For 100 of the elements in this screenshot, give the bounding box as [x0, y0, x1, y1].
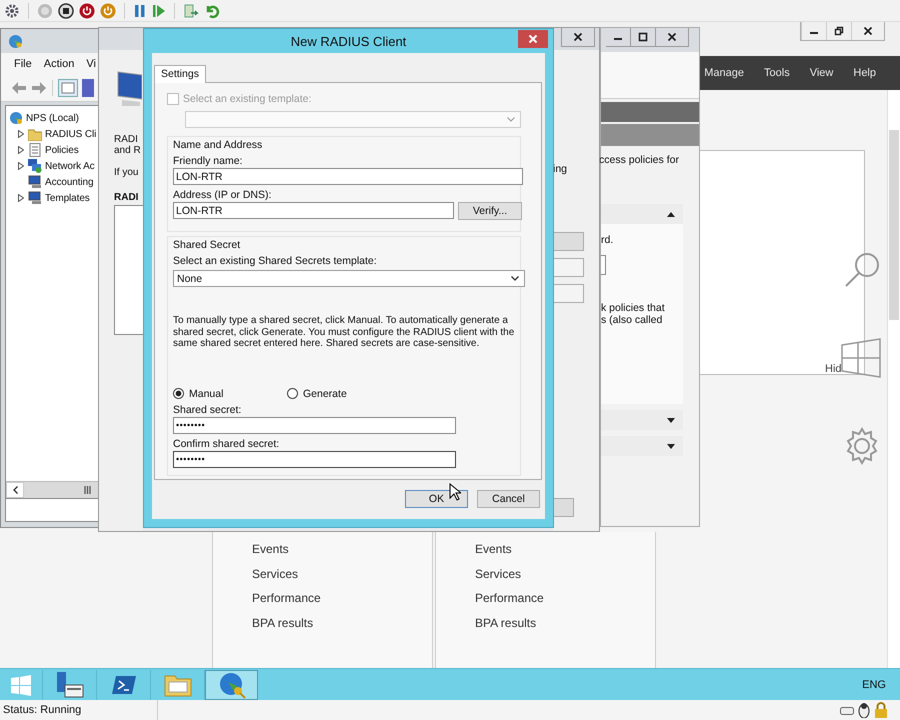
password-field[interactable]: •••••••• [173, 450, 456, 468]
globe-icon [9, 111, 23, 125]
console-tree-icon[interactable] [58, 79, 78, 97]
menu-item[interactable]: Vi [86, 58, 96, 70]
folder-icon [28, 128, 42, 140]
menu-item[interactable]: View [810, 67, 834, 79]
play-icon[interactable] [152, 2, 166, 18]
tile-link[interactable]: Events [252, 542, 432, 557]
tile-link[interactable]: Performance [252, 591, 432, 606]
radio-button[interactable] [173, 388, 184, 399]
intro-text: ccess policies for [599, 153, 680, 168]
minimize-button[interactable] [606, 28, 631, 47]
horizontal-scrollbar[interactable] [6, 481, 99, 498]
template-dropdown[interactable]: None [173, 270, 525, 287]
tree-item[interactable]: Templates [45, 192, 90, 204]
expand-arrow-icon[interactable] [18, 146, 24, 154]
forward-arrow-icon[interactable] [31, 81, 47, 95]
group-title: Name and Address [173, 139, 262, 151]
verify-button[interactable]: Verify... [458, 202, 522, 220]
group-title: Shared Secret [173, 239, 240, 251]
wizard-button[interactable] [553, 498, 574, 517]
close-button[interactable] [656, 28, 689, 47]
undo-icon[interactable] [204, 2, 220, 18]
scrollbar-thumb[interactable] [24, 482, 99, 498]
scroll-left-button[interactable] [6, 482, 24, 498]
back-arrow-icon[interactable] [11, 81, 27, 95]
tile-link[interactable]: Events [475, 542, 655, 557]
description-text: and R [114, 145, 142, 156]
input-field[interactable]: LON-RTR [173, 168, 523, 185]
collapse-arrow-icon[interactable] [667, 212, 675, 216]
tree-item[interactable]: Policies [45, 144, 79, 156]
field-label: Confirm shared secret: [173, 438, 280, 450]
tree-item[interactable]: NPS (Local) [26, 112, 79, 124]
cancel-button[interactable]: Cancel [477, 490, 540, 508]
ok-button[interactable]: OK [405, 490, 468, 508]
tile-link[interactable]: BPA results [252, 616, 432, 631]
computer-icon [28, 191, 42, 205]
language-indicator[interactable]: ENG [862, 678, 886, 690]
step-text: rd. [601, 234, 614, 246]
input-field[interactable]: LON-RTR [173, 202, 454, 219]
computer-icon [28, 175, 42, 189]
paragraph-line: s (also called [601, 314, 664, 326]
menu-item[interactable]: Help [853, 67, 876, 79]
expand-arrow-icon[interactable] [667, 444, 675, 448]
terminal-icon [110, 674, 136, 696]
menu-item[interactable]: Action [44, 58, 74, 70]
tile-link[interactable]: BPA results [475, 616, 655, 631]
radio-label[interactable]: Generate [303, 388, 347, 400]
tile-link[interactable]: Performance [475, 591, 655, 606]
scrollbar-thumb[interactable] [889, 130, 899, 320]
tile-link[interactable]: Services [252, 566, 432, 582]
restore-icon [834, 26, 844, 36]
mouse-pointer-icon [449, 483, 461, 501]
field-label: Shared secret: [173, 404, 242, 416]
description-text: To manually type a shared secret, click Manual. To automatically generate a shared secret, click Generate. You must configure the RADIUS client with the same shared secret entered here. Shared secrets are case-sensitive. [173, 315, 516, 350]
maximize-button[interactable] [631, 28, 656, 47]
tree-item[interactable]: Accounting [45, 176, 94, 188]
option-button[interactable] [553, 284, 584, 303]
dropdown-value: None [177, 272, 202, 284]
option-button[interactable] [553, 232, 584, 251]
document-arrow-icon[interactable] [183, 2, 199, 18]
globe-icon [8, 34, 23, 48]
pause-icon[interactable] [133, 2, 147, 18]
option-button[interactable] [553, 258, 584, 277]
settings-tab[interactable]: Settings [154, 65, 206, 83]
close-icon [667, 32, 677, 42]
gear-icon[interactable] [4, 2, 20, 18]
expand-arrow-icon[interactable] [18, 130, 24, 138]
close-button[interactable] [561, 28, 595, 47]
description-text: RADI [114, 134, 139, 145]
keyboard-icon [840, 705, 854, 715]
menu-item[interactable]: Manage [704, 67, 744, 79]
document-icon [28, 143, 42, 157]
tile-link[interactable]: Services [475, 566, 655, 582]
close-icon [528, 34, 538, 44]
radio-button[interactable] [287, 388, 298, 399]
menu-item[interactable]: Tools [764, 67, 790, 79]
input-field[interactable] [601, 255, 606, 275]
expand-arrow-icon[interactable] [18, 162, 24, 170]
maximize-icon [638, 32, 648, 42]
vertical-scrollbar[interactable] [887, 90, 900, 668]
hide-label[interactable]: Hid [825, 363, 842, 375]
stop-icon[interactable] [58, 2, 74, 18]
list-box[interactable] [114, 205, 143, 335]
grip-icon [84, 486, 91, 494]
description-text: If you [114, 167, 140, 178]
tree-item[interactable]: RADIUS Cli [45, 128, 96, 140]
expand-arrow-icon[interactable] [667, 418, 675, 422]
field-label: Select an existing Shared Secrets template: [173, 255, 377, 267]
taskbar-button[interactable] [205, 670, 258, 700]
power-icon[interactable] [79, 2, 95, 18]
field-label: Address (IP or DNS): [173, 189, 272, 201]
radio-label[interactable]: Manual [189, 388, 224, 400]
expand-arrow-icon[interactable] [18, 194, 24, 202]
menu-item[interactable]: File [14, 58, 32, 70]
password-field[interactable]: •••••••• [173, 416, 456, 434]
dialog-title: New RADIUS Client [290, 34, 406, 48]
status-text: Status: Running [2, 704, 82, 716]
tree-item[interactable]: Network Ac [45, 160, 95, 172]
windows-logo-icon[interactable] [840, 337, 882, 379]
